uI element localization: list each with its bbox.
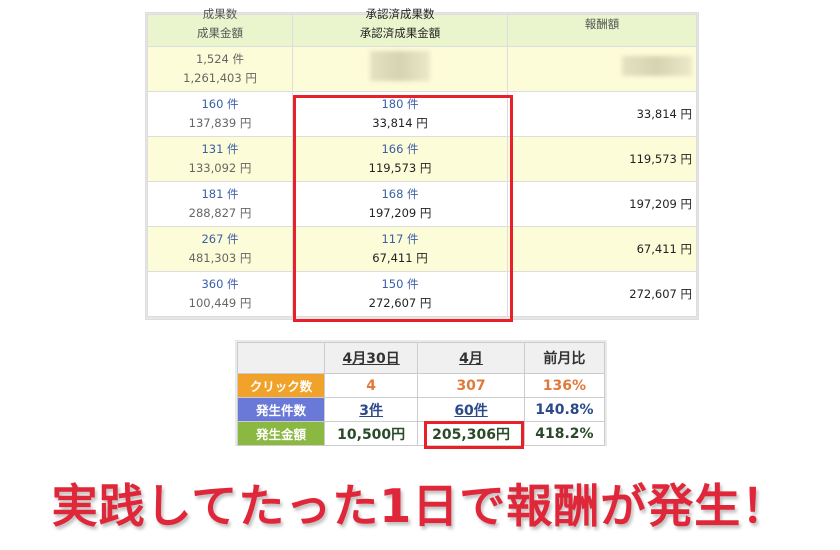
row-label: 発生金額 xyxy=(237,421,325,446)
row-label: クリック数 xyxy=(237,373,325,398)
headline: 実践してたった1日で報酬が発生！ xyxy=(51,479,789,533)
amount: 100,449 円 xyxy=(188,296,252,310)
amount: 288,827 円 xyxy=(188,206,252,220)
amount: 481,303 円 xyxy=(188,251,252,265)
header-month: 4月 xyxy=(417,342,525,374)
header-line2: 承認済成果金額 xyxy=(359,25,441,40)
highlight-box xyxy=(293,95,513,322)
reward: 33,814 円 xyxy=(507,91,697,137)
count-link[interactable]: 160 件 xyxy=(152,95,288,114)
count-link[interactable]: 181 件 xyxy=(152,185,288,204)
month-value[interactable]: 60件 xyxy=(417,397,525,422)
day-value: 10,500円 xyxy=(323,421,419,446)
summary-row: 発生金額 10,500円 205,306円 418.2% xyxy=(237,421,606,446)
count-link[interactable]: 267 件 xyxy=(152,230,288,249)
day-value: 4 xyxy=(323,373,419,398)
header-ratio: 前月比 xyxy=(523,342,606,374)
ratio-value: 418.2% xyxy=(523,421,606,446)
ratio-value: 140.8% xyxy=(523,397,606,422)
table-row-total: 1,524 件 1,261,403 円 xyxy=(147,46,697,92)
count-link[interactable]: 131 件 xyxy=(152,140,288,159)
blurred-value xyxy=(370,51,430,81)
summary-row: 発生件数 3件 60件 140.8% xyxy=(237,397,606,422)
header-line1: 成果数 xyxy=(202,6,238,21)
header-results: 成果数 成果金額 xyxy=(147,7,293,47)
month-value: 307 xyxy=(417,373,525,398)
header-line2: 成果金額 xyxy=(197,25,243,40)
reward: 272,607 円 xyxy=(507,271,697,317)
header-day: 4月30日 xyxy=(323,342,419,374)
reward: 197,209 円 xyxy=(507,181,697,227)
summary-row: クリック数 4 307 136% xyxy=(237,373,606,398)
total-amount: 1,261,403 円 xyxy=(183,71,257,85)
blurred-value xyxy=(622,56,692,76)
day-value[interactable]: 3件 xyxy=(323,397,419,422)
reward: 119,573 円 xyxy=(507,136,697,182)
ratio-value: 136% xyxy=(523,373,606,398)
header-line1: 報酬額 xyxy=(584,17,620,31)
highlight-box-month-amount xyxy=(424,421,524,449)
row-label: 発生件数 xyxy=(237,397,325,422)
summary-table: 4月30日 4月 前月比 クリック数 4 307 136% 発生件数 3件 60件… xyxy=(235,340,607,446)
amount: 133,092 円 xyxy=(188,161,252,175)
header-approved: 承認済成果数 承認済成果金額 xyxy=(292,7,508,47)
header-line1: 承認済成果数 xyxy=(365,6,435,21)
header-reward: 報酬額 xyxy=(507,14,697,47)
total-count: 1,524 件 xyxy=(195,52,245,66)
amount: 137,839 円 xyxy=(188,116,252,130)
reward: 67,411 円 xyxy=(507,226,697,272)
count-link[interactable]: 360 件 xyxy=(152,275,288,294)
